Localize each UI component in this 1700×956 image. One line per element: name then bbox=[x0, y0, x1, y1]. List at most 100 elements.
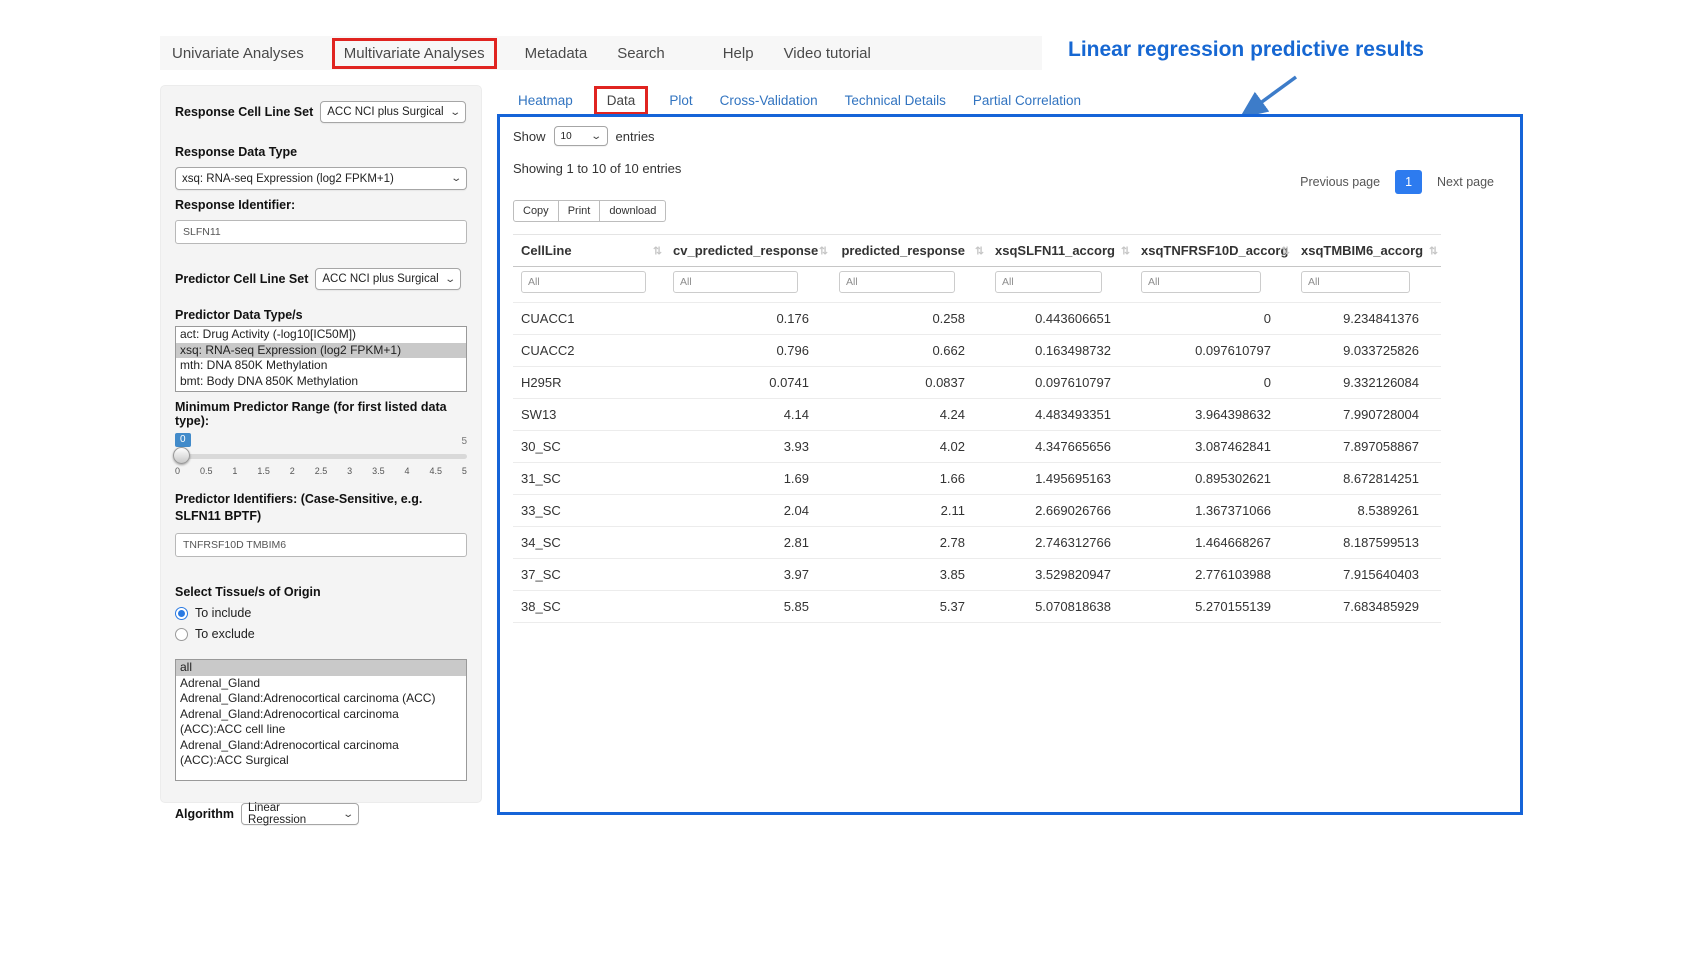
min-predictor-range-label: Minimum Predictor Range (for first liste… bbox=[175, 400, 467, 428]
predictor-identifiers-input[interactable] bbox=[175, 533, 467, 557]
cell-value: 7.897058867 bbox=[1293, 431, 1441, 463]
list-item[interactable]: Adrenal_Gland:Adrenocortical carcinoma (… bbox=[176, 707, 466, 738]
sort-icon[interactable]: ⇅ bbox=[653, 244, 662, 257]
cell-value: 7.990728004 bbox=[1293, 399, 1441, 431]
min-predictor-range-slider[interactable]: 0 5 0 0.5 1 1.5 2 2.5 3 3.5 4 4.5 5 bbox=[175, 433, 467, 483]
tissue-origin-label: Select Tissue/s of Origin bbox=[175, 585, 467, 599]
sort-icon[interactable]: ⇅ bbox=[819, 244, 828, 257]
sort-icon[interactable]: ⇅ bbox=[1429, 244, 1438, 257]
slider-handle[interactable] bbox=[173, 447, 190, 464]
response-cell-line-set-row: Response Cell Line Set ACC NCI plus Surg… bbox=[175, 101, 467, 123]
cell-line-value: 30_SC bbox=[513, 431, 665, 463]
tab-plot[interactable]: Plot bbox=[669, 93, 692, 108]
cell-value: 2.04 bbox=[665, 495, 831, 527]
column-header-xsqslfn11-accorg[interactable]: xsqSLFN11_accorg ⇅ bbox=[987, 235, 1133, 267]
list-item[interactable]: xsq: RNA-seq Expression (log2 FPKM+1) bbox=[176, 343, 466, 359]
table-row: 37_SC3.973.853.5298209472.7761039887.915… bbox=[513, 559, 1441, 591]
previous-page-button[interactable]: Previous page bbox=[1290, 169, 1390, 195]
tab-partial-correlation[interactable]: Partial Correlation bbox=[973, 93, 1081, 108]
cell-value: 5.070818638 bbox=[987, 591, 1133, 623]
column-header-xsqtnfrsf10d-accorg[interactable]: xsqTNFRSF10D_accorg ⇅ bbox=[1133, 235, 1293, 267]
list-item[interactable]: bmt: Body DNA 850K Methylation bbox=[176, 374, 466, 390]
predictor-cell-line-set-label: Predictor Cell Line Set bbox=[175, 272, 308, 286]
app-root: Univariate Analyses Multivariate Analyse… bbox=[0, 0, 1700, 956]
response-data-type-select[interactable]: xsq: RNA-seq Expression (log2 FPKM+1) ⌄ bbox=[175, 167, 467, 190]
column-label: xsqTMBIM6_accorg bbox=[1301, 243, 1423, 258]
cell-value: 1.66 bbox=[831, 463, 987, 495]
tick-label: 4 bbox=[405, 466, 410, 476]
cell-value: 7.683485929 bbox=[1293, 591, 1441, 623]
slider-track[interactable] bbox=[175, 454, 467, 459]
cell-value: 1.367371066 bbox=[1133, 495, 1293, 527]
column-header-xsqtmbim6-accorg[interactable]: xsqTMBIM6_accorg ⇅ bbox=[1293, 235, 1441, 267]
nav-video-tutorial[interactable]: Video tutorial bbox=[784, 45, 871, 62]
response-cell-line-set-select[interactable]: ACC NCI plus Surgical ⌄ bbox=[320, 101, 466, 123]
cell-value: 8.672814251 bbox=[1293, 463, 1441, 495]
cell-line-value: 31_SC bbox=[513, 463, 665, 495]
response-cell-line-set-label: Response Cell Line Set bbox=[175, 105, 313, 119]
cell-value: 1.495695163 bbox=[987, 463, 1133, 495]
radio-unchecked-icon bbox=[175, 628, 188, 641]
export-buttons: Copy Print download bbox=[513, 200, 666, 222]
download-button[interactable]: download bbox=[600, 200, 666, 222]
next-page-button[interactable]: Next page bbox=[1427, 169, 1504, 195]
tick-label: 3 bbox=[347, 466, 352, 476]
filter-predicted-response-input[interactable] bbox=[839, 271, 955, 293]
nav-multivariate-analyses[interactable]: Multivariate Analyses bbox=[332, 38, 497, 69]
radio-to-exclude[interactable]: To exclude bbox=[175, 627, 467, 641]
column-header-cv-predicted-response[interactable]: cv_predicted_response ⇅ bbox=[665, 235, 831, 267]
tab-heatmap[interactable]: Heatmap bbox=[518, 93, 573, 108]
list-item[interactable]: all bbox=[176, 660, 466, 676]
sort-icon[interactable]: ⇅ bbox=[1121, 244, 1130, 257]
table-row: 38_SC5.855.375.0708186385.2701551397.683… bbox=[513, 591, 1441, 623]
filter-cellline-input[interactable] bbox=[521, 271, 646, 293]
cell-value: 2.81 bbox=[665, 527, 831, 559]
radio-to-include[interactable]: To include bbox=[175, 606, 467, 620]
page-1-button[interactable]: 1 bbox=[1395, 170, 1422, 194]
cell-value: 0.443606651 bbox=[987, 303, 1133, 335]
chevron-down-icon: ⌄ bbox=[444, 274, 456, 285]
table-row: 34_SC2.812.782.7463127661.4646682678.187… bbox=[513, 527, 1441, 559]
control-sidebar: Response Cell Line Set ACC NCI plus Surg… bbox=[160, 85, 482, 803]
filter-xsqslfn11-accorg-input[interactable] bbox=[995, 271, 1102, 293]
cell-value: 1.464668267 bbox=[1133, 527, 1293, 559]
list-item[interactable]: mth: DNA 850K Methylation bbox=[176, 358, 466, 374]
filter-xsqtnfrsf10d-accorg-input[interactable] bbox=[1141, 271, 1261, 293]
nav-help[interactable]: Help bbox=[723, 45, 754, 62]
copy-button[interactable]: Copy bbox=[513, 200, 559, 222]
entries-per-page-select[interactable]: 10 ⌄ bbox=[554, 126, 608, 146]
list-item[interactable]: Adrenal_Gland:Adrenocortical carcinoma (… bbox=[176, 738, 466, 769]
tab-cross-validation[interactable]: Cross-Validation bbox=[720, 93, 818, 108]
tab-data[interactable]: Data bbox=[594, 86, 649, 115]
table-row: CUACC10.1760.2580.44360665109.234841376 bbox=[513, 303, 1441, 335]
list-item[interactable]: act: Drug Activity (-log10[IC50M]) bbox=[176, 327, 466, 343]
list-item[interactable]: Adrenal_Gland bbox=[176, 676, 466, 692]
nav-search[interactable]: Search bbox=[617, 45, 665, 62]
algorithm-select[interactable]: Linear Regression ⌄ bbox=[241, 803, 359, 825]
tick-label: 1 bbox=[232, 466, 237, 476]
column-header-cellline[interactable]: CellLine ⇅ bbox=[513, 235, 665, 267]
cell-value: 0.097610797 bbox=[1133, 335, 1293, 367]
nav-metadata[interactable]: Metadata bbox=[525, 45, 588, 62]
column-header-predicted-response[interactable]: predicted_response ⇅ bbox=[831, 235, 987, 267]
nav-univariate-analyses[interactable]: Univariate Analyses bbox=[172, 45, 304, 62]
cell-value: 9.332126084 bbox=[1293, 367, 1441, 399]
column-label: predicted_response bbox=[841, 243, 965, 258]
predictor-cell-line-set-select[interactable]: ACC NCI plus Surgical ⌄ bbox=[315, 268, 461, 290]
cell-value: 4.347665656 bbox=[987, 431, 1133, 463]
cell-value: 0.097610797 bbox=[987, 367, 1133, 399]
list-item[interactable]: Adrenal_Gland:Adrenocortical carcinoma (… bbox=[176, 691, 466, 707]
sort-icon[interactable]: ⇅ bbox=[975, 244, 984, 257]
tab-technical-details[interactable]: Technical Details bbox=[845, 93, 946, 108]
sort-icon[interactable]: ⇅ bbox=[1281, 244, 1290, 257]
cell-value: 9.234841376 bbox=[1293, 303, 1441, 335]
pagination: Previous page 1 Next page bbox=[1290, 169, 1504, 195]
cell-value: 3.93 bbox=[665, 431, 831, 463]
print-button[interactable]: Print bbox=[559, 200, 601, 222]
cell-value: 1.69 bbox=[665, 463, 831, 495]
filter-cv-predicted-response-input[interactable] bbox=[673, 271, 798, 293]
filter-xsqtmbim6-accorg-input[interactable] bbox=[1301, 271, 1410, 293]
cell-line-value: 38_SC bbox=[513, 591, 665, 623]
slider-max-label: 5 bbox=[461, 436, 467, 447]
response-identifier-input[interactable] bbox=[175, 220, 467, 244]
